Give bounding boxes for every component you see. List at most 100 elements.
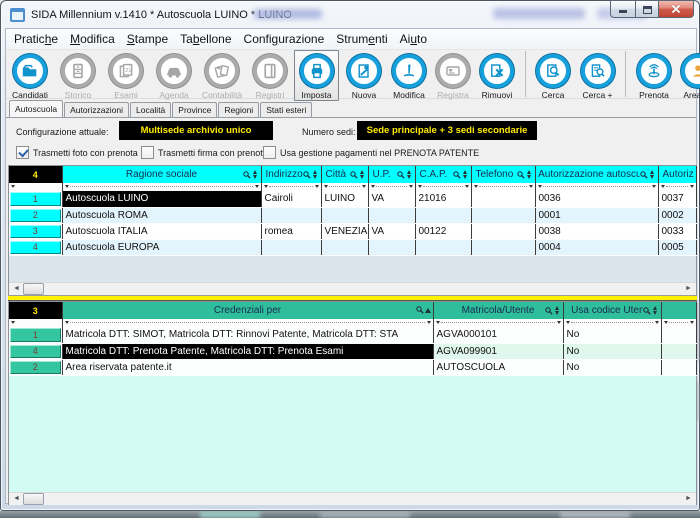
minimize-button[interactable] (610, 0, 635, 18)
configurazione-value: Multisede archivio unico (119, 121, 273, 140)
printer-icon (300, 54, 334, 88)
toolbar-cerca-plus[interactable]: Cerca + (575, 50, 620, 100)
close-button[interactable] (659, 0, 694, 18)
svg-text:21: 21 (125, 68, 131, 74)
toolbar-cerca[interactable]: Cerca (531, 50, 575, 100)
toolbar-contabilita: Contabilità (198, 50, 246, 100)
col-credenziali-per[interactable]: Credenziali per (62, 302, 433, 319)
credenziali-row-1[interactable]: 1 Matricola DTT: SIMOT, Matricola DTT: R… (9, 327, 696, 343)
menu-strumenti[interactable]: Strumenti (330, 29, 393, 49)
tab-localita[interactable]: Località (130, 102, 171, 117)
checkbox-trasmetti-foto[interactable]: Trasmetti foto con prenota (16, 146, 138, 159)
scrollbar-thumb[interactable] (23, 283, 44, 295)
tabbar: Autoscuola Autorizzazioni Località Provi… (6, 99, 696, 117)
tab-autorizzazioni[interactable]: Autorizzazioni (64, 102, 129, 117)
sort-icon (406, 170, 413, 179)
register-book-icon (253, 54, 287, 88)
toolbar-separator (525, 51, 526, 97)
sort-icon (649, 170, 656, 179)
sort-icon (462, 170, 469, 179)
numero-sedi-value: Sede principale + 3 sedi secondarie (357, 121, 537, 140)
menu-aiuto[interactable]: Aiuto (394, 29, 433, 49)
toolbar-storico: Storico (54, 50, 102, 100)
scroll-right-icon[interactable]: ► (682, 283, 695, 295)
toolbar: Candidati Storico 21 Esami Agenda (6, 50, 696, 99)
minimize-icon (619, 10, 627, 13)
horizontal-scrollbar[interactable]: ◄ ► (9, 492, 696, 505)
new-document-icon (347, 54, 381, 88)
tab-province[interactable]: Province (172, 102, 217, 117)
col-up[interactable]: U.P. (368, 166, 415, 183)
col-cap[interactable]: C.A.P. (415, 166, 471, 183)
col-citta[interactable]: Città (321, 166, 368, 183)
credenziali-row-3[interactable]: 2 Area riservata patente.it AUTOSCUOLA N… (9, 359, 696, 375)
table-empty-area (9, 376, 696, 492)
search-icon (545, 307, 553, 315)
tab-regioni[interactable]: Regioni (218, 102, 259, 117)
scroll-left-icon[interactable]: ◄ (10, 283, 23, 295)
tab-autoscuola[interactable]: Autoscuola (9, 100, 63, 117)
filter-row[interactable] (9, 183, 696, 191)
tab-stati-esteri[interactable]: Stati esteri (260, 102, 312, 117)
col-autorizzazione[interactable]: Autorizzazione autoscuola (535, 166, 658, 183)
toolbar-agenda: Agenda (150, 50, 198, 100)
row-count: 3 (9, 302, 62, 319)
col-matricola-utente[interactable]: Matricola/Utente (433, 302, 563, 319)
horizontal-scrollbar[interactable]: ◄ ► (9, 282, 696, 295)
sedi-table-header: 4 Ragione sociale Indirizzo Città U.P. C… (9, 166, 696, 183)
scrollbar-thumb[interactable] (23, 493, 44, 505)
toolbar-nuova[interactable]: Nuova (341, 50, 387, 100)
blurred-region (254, 9, 322, 19)
col-telefono[interactable]: Telefono (471, 166, 535, 183)
blurred-region (493, 8, 585, 19)
menu-modifica[interactable]: Modifica (64, 29, 121, 49)
checkbox-trasmetti-firma[interactable]: Trasmetti firma con prenota (141, 146, 268, 159)
maximize-icon (643, 6, 652, 14)
toolbar-imposta[interactable]: Imposta (294, 50, 339, 101)
window-controls (610, 0, 694, 18)
blurred-region (200, 511, 260, 518)
menubar: Pratiche Modifica Stampe Tabellone Confi… (6, 29, 696, 50)
toolbar-prenota[interactable]: Prenota (632, 50, 676, 100)
menu-configurazione[interactable]: Configurazione (238, 29, 331, 49)
sedi-row-2[interactable]: 2 Autoscuola ROMA 0001 0002 (9, 207, 696, 223)
exam-sheets-icon: 21 (109, 54, 143, 88)
tab-content: Configurazione attuale: Multisede archiv… (6, 117, 696, 503)
sedi-row-1[interactable]: 1 Autoscuola LUINO Cairoli LUINO VA 2101… (9, 191, 696, 207)
save-card-icon (436, 54, 470, 88)
credenziali-row-2[interactable]: 4 Matricola DTT: Prenota Patente, Matric… (9, 343, 696, 359)
toolbar-candidati[interactable]: Candidati (6, 50, 54, 100)
taskbar (0, 511, 700, 518)
search-icon (640, 171, 648, 179)
app-window: SIDA Millennium v.1410 * Autoscuola LUIN… (0, 0, 700, 511)
toolbar-separator (625, 51, 626, 97)
col-indirizzo[interactable]: Indirizzo (261, 166, 321, 183)
blurred-region (560, 511, 630, 518)
antenna-icon (637, 54, 671, 88)
col-ragione-sociale[interactable]: Ragione sociale (62, 166, 261, 183)
toolbar-esami: 21 Esami (102, 50, 150, 100)
toolbar-area-riservata[interactable]: Area ris (676, 50, 700, 100)
search-icon (397, 171, 405, 179)
search-document-icon (536, 54, 570, 88)
search-icon (453, 171, 461, 179)
edit-pen-icon (392, 54, 426, 88)
search-icon (350, 171, 358, 179)
col-usa-codice[interactable]: Usa codice Utente (563, 302, 661, 319)
col-autoriz[interactable]: Autoriz (658, 166, 696, 183)
menu-pratiche[interactable]: Pratiche (8, 29, 64, 49)
sedi-row-4[interactable]: 4 Autoscuola EUROPA 0004 0005 (9, 239, 696, 255)
checkbox-usa-gestione[interactable]: Usa gestione pagamenti nel PRENOTA PATEN… (263, 146, 479, 159)
col-extra (661, 302, 696, 319)
toolbar-modifica[interactable]: Modifica (387, 50, 431, 100)
menu-tabellone[interactable]: Tabellone (174, 29, 237, 49)
toolbar-rimuovi[interactable]: Rimuovi (475, 50, 519, 100)
checkbox-checked-icon (16, 146, 29, 159)
menu-stampe[interactable]: Stampe (121, 29, 174, 49)
titlebar[interactable]: SIDA Millennium v.1410 * Autoscuola LUIN… (1, 1, 699, 28)
scroll-left-icon[interactable]: ◄ (10, 493, 23, 505)
sedi-row-3[interactable]: 3 Autoscuola ITALIA romea VENEZIA VA 001… (9, 223, 696, 239)
filter-row[interactable] (9, 319, 696, 327)
maximize-button[interactable] (635, 0, 659, 18)
scroll-right-icon[interactable]: ► (682, 493, 695, 505)
